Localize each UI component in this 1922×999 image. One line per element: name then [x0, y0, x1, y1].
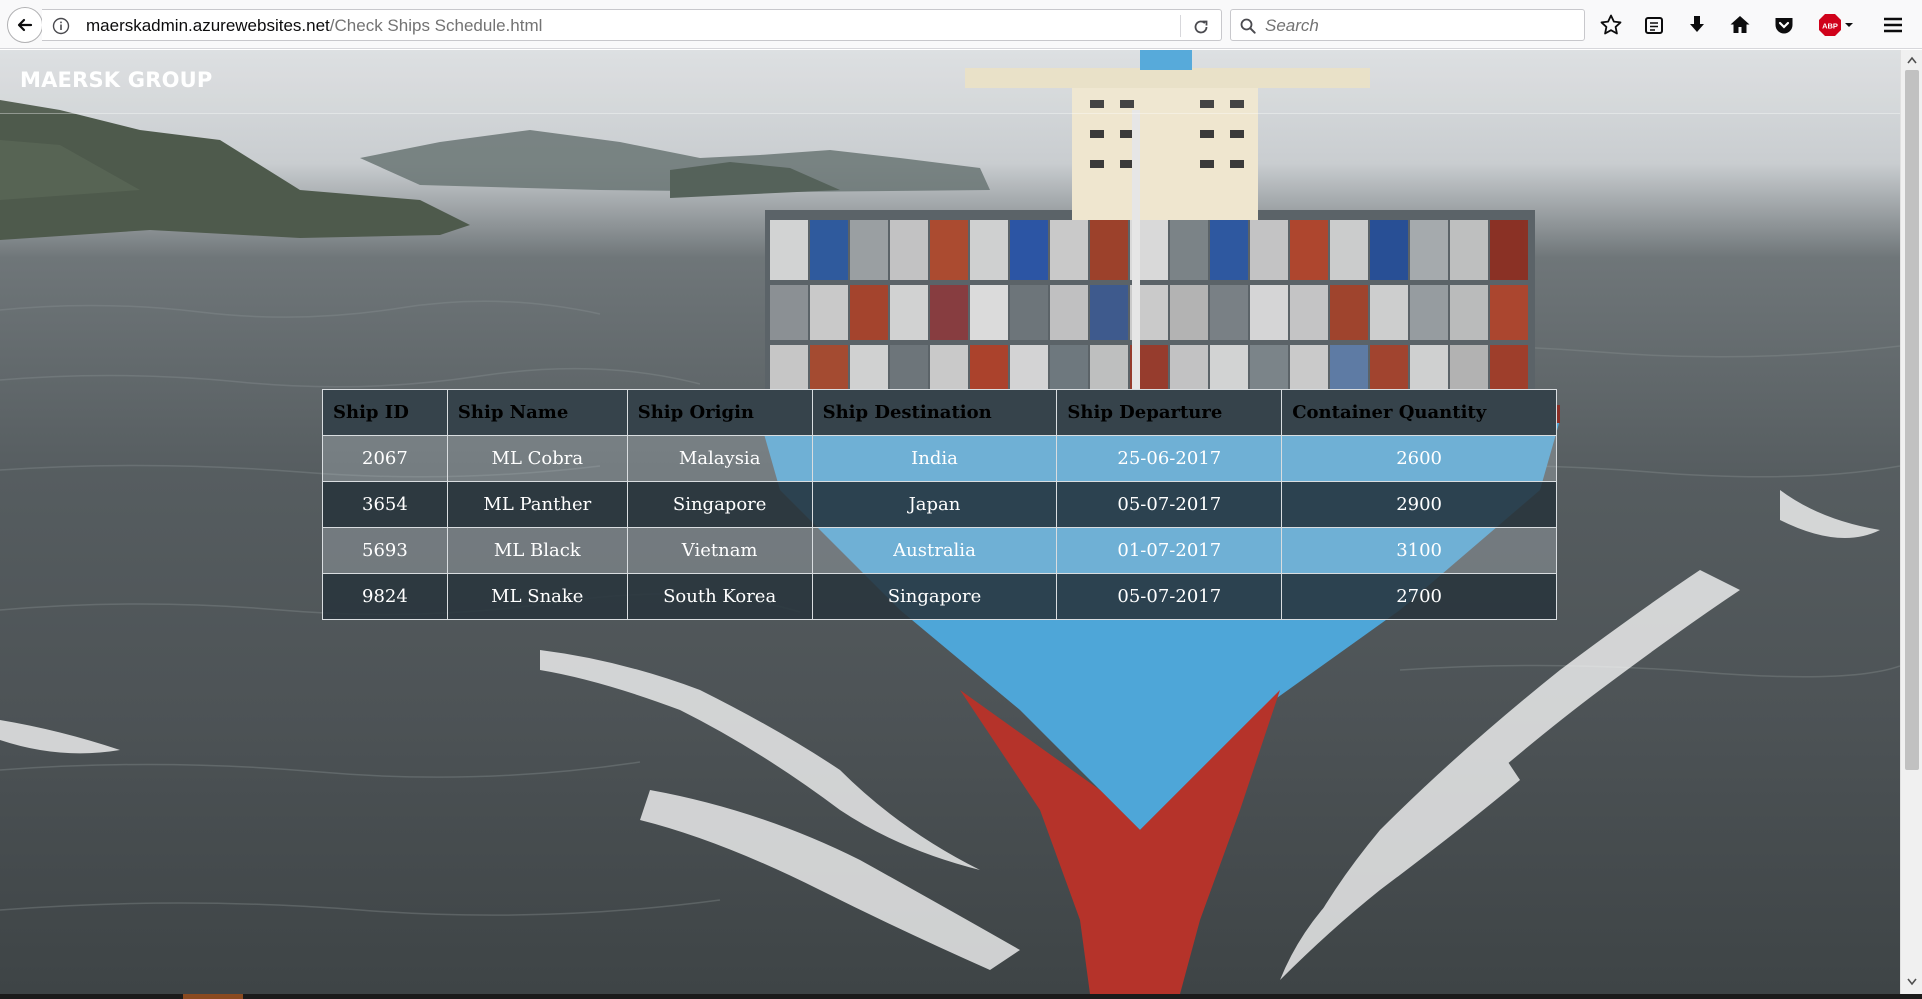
- ship-schedule-table: Ship ID Ship Name Ship Origin Ship Desti…: [322, 389, 1557, 620]
- bookmark-star-button[interactable]: [1598, 12, 1624, 38]
- download-arrow-icon: [1690, 16, 1704, 32]
- back-arrow-icon: [17, 18, 33, 32]
- column-header-ship-name: Ship Name: [446, 389, 628, 436]
- ship-id-cell: 9824: [322, 573, 448, 620]
- search-bar[interactable]: Search: [1230, 9, 1585, 41]
- ship-name-cell: ML Panther: [446, 481, 628, 528]
- abp-label: ABP: [1822, 22, 1838, 31]
- url-bar[interactable]: maerskadmin.azurewebsites.net/Check Ship…: [42, 9, 1222, 41]
- container-quantity-cell: 2600: [1281, 435, 1557, 482]
- ship-id-cell: 3654: [322, 481, 448, 528]
- url-path: /Check Ships Schedule.html: [329, 16, 543, 35]
- ship-id-cell: 5693: [322, 527, 448, 574]
- scroll-down-arrow-icon[interactable]: [1906, 976, 1918, 988]
- ship-id-cell: 2067: [322, 435, 448, 482]
- browser-toolbar: maerskadmin.azurewebsites.net/Check Ship…: [0, 0, 1922, 49]
- ship-origin-cell: Malaysia: [626, 435, 813, 482]
- ship-destination-cell: Singapore: [811, 573, 1058, 620]
- url-text[interactable]: maerskadmin.azurewebsites.net/Check Ship…: [86, 16, 542, 36]
- vertical-scrollbar[interactable]: [1900, 50, 1922, 994]
- taskbar-edge: [0, 994, 1922, 999]
- clipboard-icon: [1645, 17, 1663, 34]
- column-header-ship-destination: Ship Destination: [811, 389, 1058, 436]
- url-divider: [1180, 15, 1181, 37]
- hamburger-menu-icon: [1884, 17, 1902, 33]
- star-icon: [1600, 14, 1622, 35]
- container-quantity-cell: 2900: [1281, 481, 1557, 528]
- pocket-icon: [1775, 18, 1793, 34]
- ship-destination-cell: India: [811, 435, 1058, 482]
- reload-icon: [1194, 20, 1208, 34]
- column-header-ship-departure: Ship Departure: [1056, 389, 1283, 436]
- pocket-button[interactable]: [1771, 12, 1797, 38]
- bookmarks-library-button[interactable]: [1641, 12, 1667, 38]
- info-icon[interactable]: [52, 17, 70, 35]
- ship-departure-cell: 05-07-2017: [1056, 481, 1283, 528]
- scrollbar-thumb[interactable]: [1905, 70, 1919, 770]
- table-row: 9824 ML Snake South Korea Singapore 05-0…: [322, 573, 1557, 620]
- ship-destination-cell: Australia: [811, 527, 1058, 574]
- container-quantity-cell: 2700: [1281, 573, 1557, 620]
- ship-name-cell: ML Snake: [446, 573, 628, 620]
- home-icon: [1730, 16, 1750, 33]
- reload-button[interactable]: [1190, 16, 1212, 38]
- search-icon: [1240, 18, 1256, 34]
- ship-departure-cell: 01-07-2017: [1056, 527, 1283, 574]
- ship-departure-cell: 25-06-2017: [1056, 435, 1283, 482]
- table-row: 2067 ML Cobra Malaysia India 25-06-2017 …: [322, 435, 1557, 482]
- search-input[interactable]: Search: [1265, 16, 1319, 36]
- adblock-plus-button[interactable]: ABP: [1818, 12, 1854, 38]
- taskbar-active-item[interactable]: [183, 994, 243, 999]
- back-button[interactable]: [7, 7, 43, 43]
- table-row: 3654 ML Panther Singapore Japan 05-07-20…: [322, 481, 1557, 528]
- adblock-icon: ABP: [1819, 14, 1853, 36]
- ship-origin-cell: Singapore: [626, 481, 813, 528]
- column-header-ship-id: Ship ID: [322, 389, 448, 436]
- table-header-row: Ship ID Ship Name Ship Origin Ship Desti…: [322, 389, 1557, 436]
- menu-button[interactable]: [1880, 12, 1906, 38]
- ship-name-cell: ML Black: [446, 527, 628, 574]
- column-header-container-quantity: Container Quantity: [1281, 389, 1557, 436]
- site-navbar: MAERSK GROUP: [0, 50, 1900, 114]
- home-button[interactable]: [1727, 12, 1753, 38]
- ship-departure-cell: 05-07-2017: [1056, 573, 1283, 620]
- container-quantity-cell: 3100: [1281, 527, 1557, 574]
- column-header-ship-origin: Ship Origin: [626, 389, 813, 436]
- downloads-button[interactable]: [1684, 12, 1710, 38]
- page-viewport: MAERSK GROUP Ship ID Ship Name Ship Orig…: [0, 50, 1900, 994]
- ship-name-cell: ML Cobra: [446, 435, 628, 482]
- brand-logo[interactable]: MAERSK GROUP: [20, 68, 212, 92]
- ship-destination-cell: Japan: [811, 481, 1058, 528]
- url-domain: maerskadmin.azurewebsites.net: [86, 16, 330, 35]
- ship-origin-cell: South Korea: [626, 573, 813, 620]
- ship-origin-cell: Vietnam: [626, 527, 813, 574]
- table-row: 5693 ML Black Vietnam Australia 01-07-20…: [322, 527, 1557, 574]
- scroll-up-arrow-icon[interactable]: [1906, 54, 1918, 66]
